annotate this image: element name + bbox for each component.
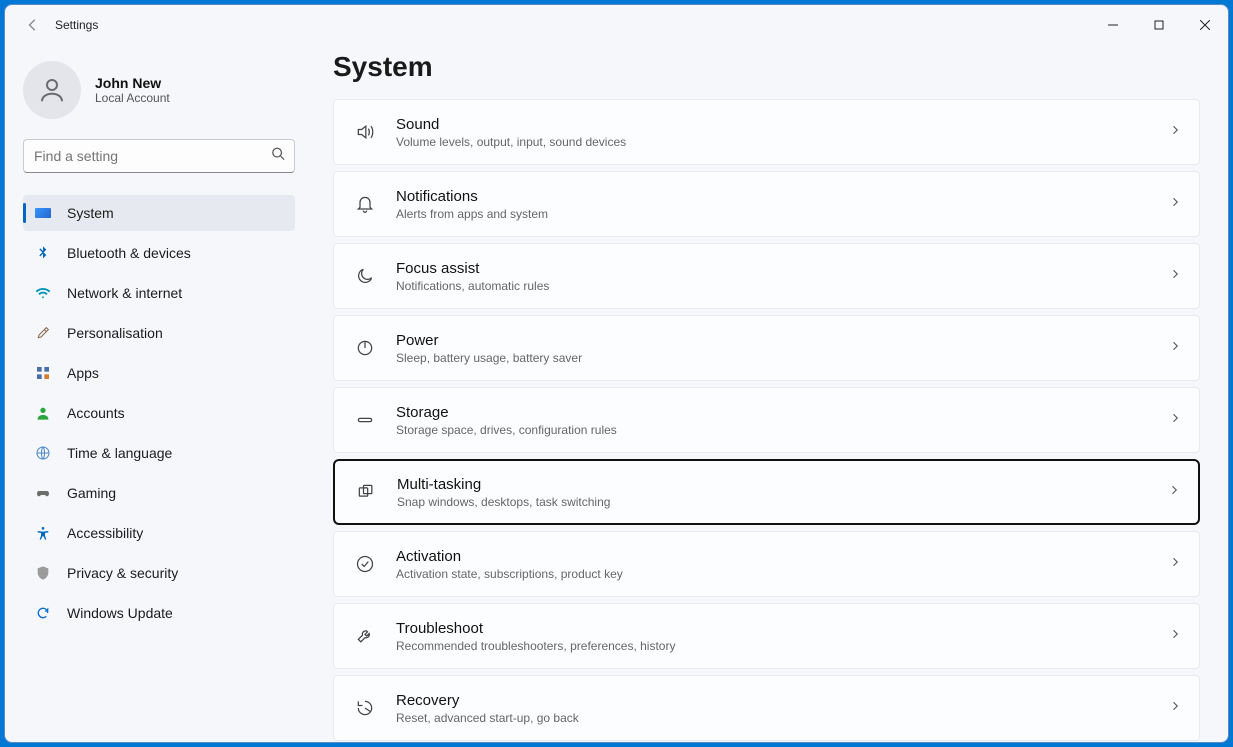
window-controls <box>1090 10 1228 40</box>
card-notifications[interactable]: Notifications Alerts from apps and system <box>333 171 1200 237</box>
sidebar-item-label: Time & language <box>67 445 172 461</box>
card-title: Troubleshoot <box>396 620 1169 637</box>
brush-icon <box>33 323 53 343</box>
search-container <box>23 139 295 173</box>
sidebar-item-network[interactable]: Network & internet <box>23 275 295 311</box>
card-title: Recovery <box>396 692 1169 709</box>
card-subtitle: Activation state, subscriptions, product… <box>396 567 1169 581</box>
settings-card-list: Sound Volume levels, output, input, sound… <box>333 99 1200 742</box>
person-icon <box>33 403 53 423</box>
card-subtitle: Volume levels, output, input, sound devi… <box>396 135 1169 149</box>
sidebar-item-label: Personalisation <box>67 325 163 341</box>
gamepad-icon <box>33 483 53 503</box>
sidebar-item-bluetooth[interactable]: Bluetooth & devices <box>23 235 295 271</box>
card-subtitle: Sleep, battery usage, battery saver <box>396 351 1169 365</box>
card-subtitle: Notifications, automatic rules <box>396 279 1169 293</box>
sidebar-item-label: Accounts <box>67 405 125 421</box>
power-icon <box>352 335 378 361</box>
check-icon <box>352 551 378 577</box>
globe-icon <box>33 443 53 463</box>
sidebar-item-accounts[interactable]: Accounts <box>23 395 295 431</box>
search-input[interactable] <box>23 139 295 173</box>
bluetooth-icon <box>33 243 53 263</box>
nav-list: System Bluetooth & devices Network & inter… <box>23 195 295 631</box>
storage-icon <box>352 407 378 433</box>
update-icon <box>33 603 53 623</box>
card-multitasking[interactable]: Multi-tasking Snap windows, desktops, tas… <box>333 459 1200 525</box>
settings-window: Settings John New Local Account <box>4 4 1229 743</box>
minimize-button[interactable] <box>1090 10 1136 40</box>
sidebar-item-label: Accessibility <box>67 525 143 541</box>
accessibility-icon <box>33 523 53 543</box>
chevron-right-icon <box>1169 699 1181 717</box>
chevron-right-icon <box>1169 267 1181 285</box>
sidebar-item-personalisation[interactable]: Personalisation <box>23 315 295 351</box>
card-activation[interactable]: Activation Activation state, subscription… <box>333 531 1200 597</box>
sidebar: John New Local Account System Bluetooth &… <box>5 45 313 742</box>
titlebar-title: Settings <box>55 18 98 32</box>
chevron-right-icon <box>1169 123 1181 141</box>
card-storage[interactable]: Storage Storage space, drives, configurat… <box>333 387 1200 453</box>
profile-name: John New <box>95 75 170 91</box>
chevron-right-icon <box>1169 195 1181 213</box>
recovery-icon <box>352 695 378 721</box>
card-troubleshoot[interactable]: Troubleshoot Recommended troubleshooters,… <box>333 603 1200 669</box>
sound-icon <box>352 119 378 145</box>
profile-sub: Local Account <box>95 91 170 105</box>
page-title: System <box>333 51 1200 83</box>
sidebar-item-label: Gaming <box>67 485 116 501</box>
card-power[interactable]: Power Sleep, battery usage, battery saver <box>333 315 1200 381</box>
sidebar-item-label: Windows Update <box>67 605 173 621</box>
moon-icon <box>352 263 378 289</box>
sidebar-item-system[interactable]: System <box>23 195 295 231</box>
card-title: Storage <box>396 404 1169 421</box>
card-sound[interactable]: Sound Volume levels, output, input, sound… <box>333 99 1200 165</box>
bell-icon <box>352 191 378 217</box>
sidebar-item-gaming[interactable]: Gaming <box>23 475 295 511</box>
sidebar-item-time[interactable]: Time & language <box>23 435 295 471</box>
card-subtitle: Snap windows, desktops, task switching <box>397 495 1168 509</box>
profile[interactable]: John New Local Account <box>23 61 295 119</box>
card-subtitle: Alerts from apps and system <box>396 207 1169 221</box>
chevron-right-icon <box>1168 483 1180 501</box>
close-button[interactable] <box>1182 10 1228 40</box>
wifi-icon <box>33 283 53 303</box>
sidebar-item-label: Network & internet <box>67 285 182 301</box>
sidebar-item-privacy[interactable]: Privacy & security <box>23 555 295 591</box>
wrench-icon <box>352 623 378 649</box>
chevron-right-icon <box>1169 555 1181 573</box>
sidebar-item-label: Privacy & security <box>67 565 178 581</box>
sidebar-item-label: System <box>67 205 114 221</box>
avatar-icon <box>23 61 81 119</box>
search-icon <box>271 147 285 166</box>
back-button[interactable] <box>17 9 49 41</box>
card-focus[interactable]: Focus assist Notifications, automatic rul… <box>333 243 1200 309</box>
card-recovery[interactable]: Recovery Reset, advanced start-up, go bac… <box>333 675 1200 741</box>
multitask-icon <box>353 479 379 505</box>
chevron-right-icon <box>1169 339 1181 357</box>
card-subtitle: Recommended troubleshooters, preferences… <box>396 639 1169 653</box>
sidebar-item-update[interactable]: Windows Update <box>23 595 295 631</box>
card-title: Focus assist <box>396 260 1169 277</box>
card-title: Multi-tasking <box>397 476 1168 493</box>
sidebar-item-accessibility[interactable]: Accessibility <box>23 515 295 551</box>
apps-icon <box>33 363 53 383</box>
card-title: Power <box>396 332 1169 349</box>
card-subtitle: Storage space, drives, configuration rul… <box>396 423 1169 437</box>
titlebar: Settings <box>5 5 1228 45</box>
sidebar-item-label: Apps <box>67 365 99 381</box>
shield-icon <box>33 563 53 583</box>
sidebar-item-apps[interactable]: Apps <box>23 355 295 391</box>
main-content: System Sound Volume levels, output, input… <box>313 45 1228 742</box>
card-title: Activation <box>396 548 1169 565</box>
maximize-button[interactable] <box>1136 10 1182 40</box>
card-subtitle: Reset, advanced start-up, go back <box>396 711 1169 725</box>
card-title: Sound <box>396 116 1169 133</box>
chevron-right-icon <box>1169 411 1181 429</box>
card-title: Notifications <box>396 188 1169 205</box>
sidebar-item-label: Bluetooth & devices <box>67 245 191 261</box>
system-icon <box>33 203 53 223</box>
chevron-right-icon <box>1169 627 1181 645</box>
